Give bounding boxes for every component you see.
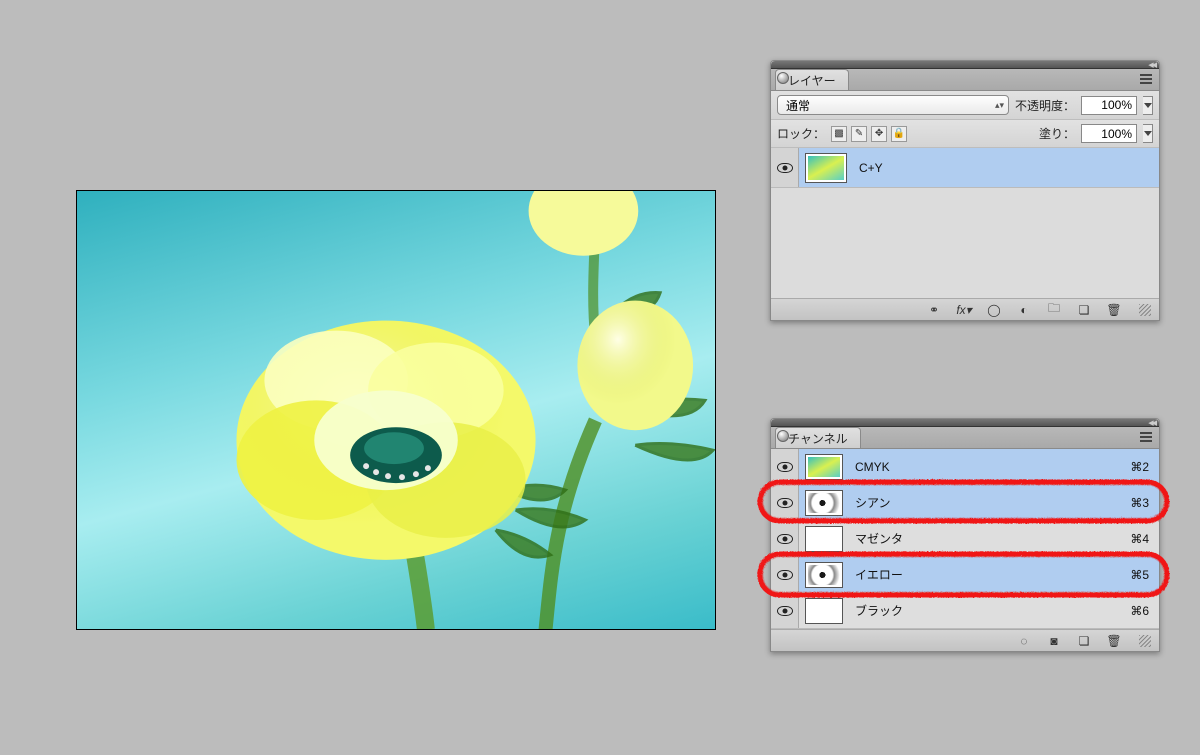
opacity-input[interactable]: 100% <box>1081 96 1137 115</box>
channel-shortcut: ⌘2 <box>1130 460 1149 474</box>
trash-icon[interactable]: 🗑 <box>1105 302 1123 318</box>
layer-name[interactable]: C+Y <box>859 161 883 175</box>
opacity-stepper[interactable] <box>1143 96 1153 115</box>
channel-shortcut: ⌘4 <box>1130 532 1149 546</box>
panel-collapse-bar[interactable]: ◀◀ <box>771 419 1159 427</box>
link-icon[interactable]: ⚭ <box>925 302 943 318</box>
eye-icon <box>777 570 793 580</box>
panel-menu-button[interactable] <box>1137 72 1155 86</box>
eye-icon <box>777 498 793 508</box>
channel-name: イエロー <box>855 566 903 583</box>
layers-panel: ◀◀ レイヤー 通常 ▴▾ 不透明度： 100% ロック： ▩ ✎ ✥ 🔒 塗り… <box>770 60 1160 321</box>
channel-visibility-toggle[interactable] <box>771 485 799 520</box>
dropdown-arrows-icon: ▴▾ <box>995 100 1004 111</box>
channel-name: マゼンタ <box>855 530 903 547</box>
panel-collapse-bar[interactable]: ◀◀ <box>771 61 1159 69</box>
resize-grip[interactable] <box>1139 635 1151 647</box>
eye-icon <box>777 606 793 616</box>
channel-item[interactable]: ブラック ⌘6 <box>771 593 1159 629</box>
channel-name: ブラック <box>855 602 903 619</box>
load-selection-icon[interactable]: ◌ <box>1015 633 1033 649</box>
panel-close-button[interactable] <box>777 72 789 84</box>
channel-item[interactable]: CMYK ⌘2 <box>771 449 1159 485</box>
channel-visibility-toggle[interactable] <box>771 521 799 556</box>
channel-thumbnail[interactable] <box>805 598 843 624</box>
mask-icon[interactable]: ◯ <box>985 302 1003 318</box>
layer-thumbnail[interactable] <box>805 153 847 183</box>
channel-item[interactable]: マゼンタ ⌘4 <box>771 521 1159 557</box>
channel-thumbnail[interactable] <box>805 526 843 552</box>
eye-icon <box>777 163 793 173</box>
panel-close-button[interactable] <box>777 430 789 442</box>
save-selection-icon[interactable]: ◙ <box>1045 633 1063 649</box>
channel-shortcut: ⌘5 <box>1130 568 1149 582</box>
fill-input[interactable]: 100% <box>1081 124 1137 143</box>
channel-item[interactable]: イエロー ⌘5 <box>771 557 1159 593</box>
layer-visibility-toggle[interactable] <box>771 148 799 187</box>
lock-transparency-icon[interactable]: ▩ <box>831 126 847 142</box>
fill-label: 塗り： <box>1039 125 1075 142</box>
channel-thumbnail[interactable] <box>805 454 843 480</box>
channel-thumbnail[interactable] <box>805 490 843 516</box>
collapse-arrows-icon: ◀◀ <box>1148 419 1155 427</box>
blend-mode-value: 通常 <box>786 97 810 114</box>
lock-all-icon[interactable]: 🔒 <box>891 126 907 142</box>
lock-label: ロック： <box>777 125 825 142</box>
new-layer-icon[interactable]: ❏ <box>1075 302 1093 318</box>
lock-pixels-icon[interactable]: ✎ <box>851 126 867 142</box>
channel-name: シアン <box>855 494 891 511</box>
eye-icon <box>777 534 793 544</box>
channels-panel: ◀◀ チャンネル CMYK⌘2シアン⌘3マゼンタ⌘4イエロー⌘5ブラック⌘6 ◌… <box>770 418 1160 652</box>
trash-icon[interactable]: 🗑 <box>1105 633 1123 649</box>
canvas-illustration <box>77 191 715 630</box>
fill-stepper[interactable] <box>1143 124 1153 143</box>
fx-icon[interactable]: fx▾ <box>955 302 973 318</box>
opacity-label: 不透明度： <box>1015 97 1075 114</box>
channel-visibility-toggle[interactable] <box>771 449 799 484</box>
channel-thumbnail[interactable] <box>805 562 843 588</box>
collapse-arrows-icon: ◀◀ <box>1148 61 1155 69</box>
channel-visibility-toggle[interactable] <box>771 557 799 592</box>
panel-menu-button[interactable] <box>1137 430 1155 444</box>
group-icon[interactable]: 🗀 <box>1045 302 1063 318</box>
blend-mode-dropdown[interactable]: 通常 ▴▾ <box>777 95 1009 115</box>
layer-item[interactable]: C+Y <box>771 148 1159 188</box>
document-canvas[interactable] <box>76 190 716 630</box>
eye-icon <box>777 462 793 472</box>
channel-name: CMYK <box>855 460 890 474</box>
channel-shortcut: ⌘6 <box>1130 604 1149 618</box>
adjustment-icon[interactable]: ◐ <box>1015 302 1033 318</box>
lock-position-icon[interactable]: ✥ <box>871 126 887 142</box>
channel-visibility-toggle[interactable] <box>771 593 799 628</box>
new-channel-icon[interactable]: ❏ <box>1075 633 1093 649</box>
channel-item[interactable]: シアン ⌘3 <box>771 485 1159 521</box>
resize-grip[interactable] <box>1139 304 1151 316</box>
channel-shortcut: ⌘3 <box>1130 496 1149 510</box>
